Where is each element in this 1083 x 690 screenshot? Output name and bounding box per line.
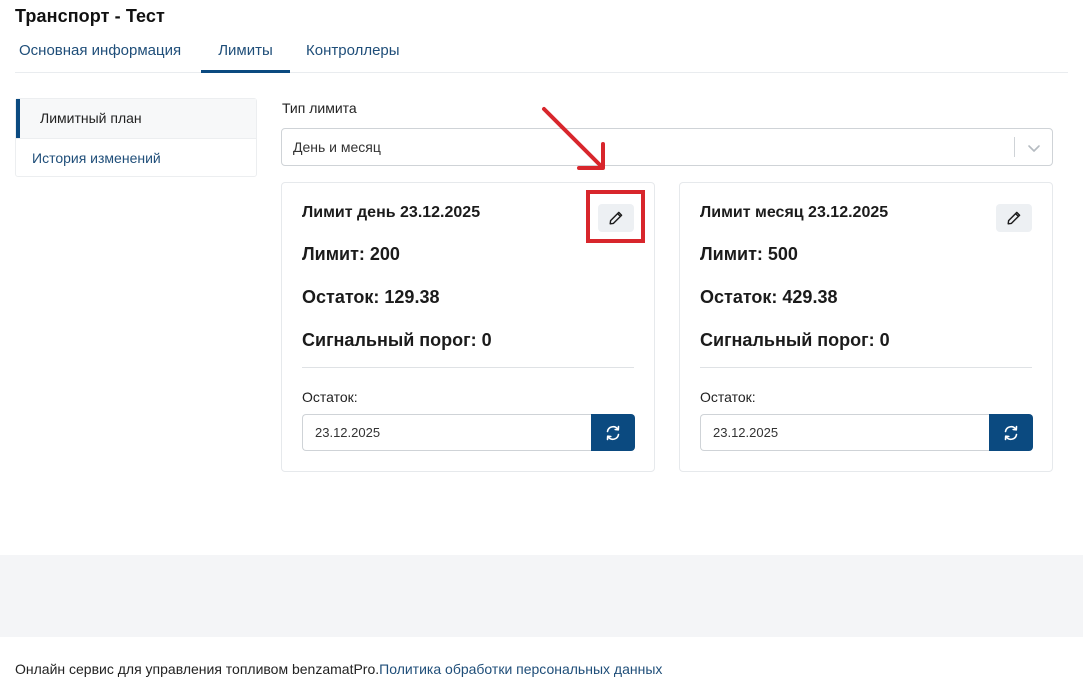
limit-value: Лимит: 200 — [302, 244, 400, 264]
pencil-icon — [609, 211, 623, 225]
limit-card-month: Лимит месяц 23.12.2025 Лимит: 500 Остато… — [679, 182, 1053, 472]
limit-type-select[interactable]: День и месяц — [281, 128, 1053, 166]
footer-text: Онлайн сервис для управления топливом be… — [15, 661, 380, 677]
card-title: Лимит месяц 23.12.2025 — [700, 204, 889, 221]
side-item-limit-plan[interactable]: Лимитный план — [16, 99, 256, 138]
tab-controllers[interactable]: Контроллеры — [302, 34, 404, 73]
tabs-bar: Основная информация Лимиты Контроллеры — [15, 34, 1068, 73]
footer-band — [0, 555, 1083, 637]
pencil-icon — [1007, 211, 1021, 225]
side-menu: Лимитный план История изменений — [15, 98, 257, 177]
card-divider — [700, 367, 1032, 368]
card-divider — [302, 367, 634, 368]
refresh-icon — [1004, 425, 1018, 440]
limit-type-value: День и месяц — [293, 139, 381, 155]
edit-button[interactable] — [996, 204, 1032, 232]
privacy-policy-link[interactable]: Политика обработки персональных данных — [379, 661, 662, 677]
rest-value: Остаток: 129.38 — [302, 287, 440, 307]
refresh-button[interactable] — [591, 414, 635, 451]
rest-value: Остаток: 429.38 — [700, 287, 838, 307]
rest-date-label: Остаток: — [700, 389, 756, 405]
refresh-icon — [606, 425, 620, 440]
select-separator — [1014, 137, 1015, 157]
tab-limits[interactable]: Лимиты — [201, 34, 290, 73]
footer: Онлайн сервис для управления топливом be… — [15, 661, 662, 677]
refresh-button[interactable] — [989, 414, 1033, 451]
rest-date-label: Остаток: — [302, 389, 358, 405]
threshold-value: Сигнальный порог: 0 — [700, 330, 890, 350]
edit-button[interactable] — [598, 204, 634, 232]
card-title: Лимит день 23.12.2025 — [302, 204, 481, 221]
limit-card-day: Лимит день 23.12.2025 Лимит: 200 Остаток… — [281, 182, 655, 472]
side-item-change-history[interactable]: История изменений — [16, 138, 256, 177]
rest-date-input[interactable] — [302, 414, 591, 451]
tab-main-info[interactable]: Основная информация — [15, 34, 185, 73]
limit-value: Лимит: 500 — [700, 244, 798, 264]
page-title: Транспорт - Тест — [15, 6, 165, 26]
threshold-value: Сигнальный порог: 0 — [302, 330, 492, 350]
chevron-down-icon[interactable] — [1026, 140, 1042, 156]
rest-date-input[interactable] — [700, 414, 989, 451]
limit-type-label: Тип лимита — [282, 100, 357, 116]
